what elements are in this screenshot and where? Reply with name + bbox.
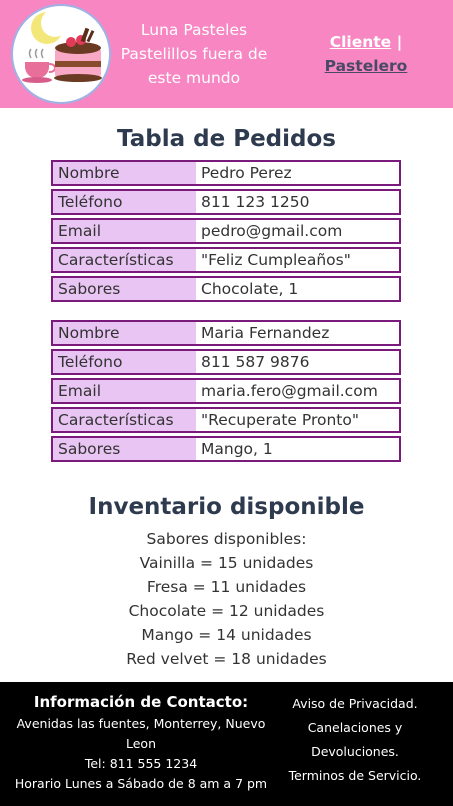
row-label: Email	[51, 218, 196, 244]
orders-title: Tabla de Pedidos	[117, 126, 336, 152]
table-row: Nombre Pedro Perez	[51, 160, 401, 186]
row-label: Nombre	[51, 320, 196, 346]
nav-link-pastelero[interactable]: Pastelero	[325, 57, 408, 75]
row-value: Chocolate, 1	[196, 276, 401, 302]
site-footer: Información de Contacto: Avenidas las fu…	[0, 682, 453, 806]
brand-text: Luna Pasteles Pastelillos fuera de este …	[110, 18, 278, 90]
table-row: Características "Feliz Cumpleaños"	[51, 247, 401, 273]
row-value: pedro@gmail.com	[196, 218, 401, 244]
table-row: Nombre Maria Fernandez	[51, 320, 401, 346]
row-label: Email	[51, 378, 196, 404]
role-nav: Cliente | Pastelero	[316, 30, 416, 78]
row-value: maria.fero@gmail.com	[196, 378, 401, 404]
row-label: Teléfono	[51, 189, 196, 215]
row-label: Sabores	[51, 276, 196, 302]
table-row: Sabores Chocolate, 1	[51, 276, 401, 302]
inventory-item: Red velvet = 18 unidades	[126, 650, 327, 668]
row-value: 811 587 9876	[196, 349, 401, 375]
table-row: Características "Recuperate Pronto"	[51, 407, 401, 433]
contact-title: Información de Contacto:	[33, 693, 249, 711]
nav-separator: |	[396, 33, 403, 51]
row-value: "Feliz Cumpleaños"	[196, 247, 401, 273]
row-label: Características	[51, 247, 196, 273]
contact-address: Avenidas las fuentes, Monterrey, Nuevo L…	[16, 716, 266, 751]
legal-links: Aviso de Privacidad. Canelaciones y Devo…	[282, 692, 428, 788]
site-header: Luna Pasteles Pastelillos fuera de este …	[0, 0, 453, 108]
table-row: Email maria.fero@gmail.com	[51, 378, 401, 404]
privacy-link[interactable]: Aviso de Privacidad.	[282, 692, 428, 716]
contact-hours: Horario Lunes a Sábado de 8 am a 7 pm	[14, 776, 268, 791]
contact-phone: Tel: 811 555 1234	[84, 756, 198, 771]
inventory-item: Fresa = 11 unidades	[146, 578, 307, 596]
brand-name: Luna Pasteles	[140, 21, 248, 39]
terms-link[interactable]: Terminos de Servicio.	[282, 764, 428, 788]
table-row: Email pedro@gmail.com	[51, 218, 401, 244]
table-row: Teléfono 811 587 9876	[51, 349, 401, 375]
inventory-subtitle: Sabores disponibles:	[146, 530, 307, 548]
nav-link-cliente[interactable]: Cliente	[330, 33, 391, 51]
order-table: Nombre Maria Fernandez Teléfono 811 587 98…	[51, 317, 401, 465]
cake-moon-logo-icon[interactable]	[11, 4, 111, 104]
inventory-title: Inventario disponible	[88, 494, 365, 520]
row-label: Características	[51, 407, 196, 433]
inventory-item: Chocolate = 12 unidades	[128, 602, 325, 620]
contact-info: Información de Contacto: Avenidas las fu…	[8, 692, 274, 794]
brand-tagline: Pastelillos fuera de este mundo	[120, 45, 268, 87]
row-label: Teléfono	[51, 349, 196, 375]
inventory-item: Vainilla = 15 unidades	[139, 554, 314, 572]
cancellations-link[interactable]: Canelaciones y Devoluciones.	[282, 716, 428, 764]
row-value: "Recuperate Pronto"	[196, 407, 401, 433]
row-value: Mango, 1	[196, 436, 401, 462]
row-label: Nombre	[51, 160, 196, 186]
order-table: Nombre Pedro Perez Teléfono 811 123 1250 E…	[51, 157, 401, 305]
row-value: 811 123 1250	[196, 189, 401, 215]
table-row: Teléfono 811 123 1250	[51, 189, 401, 215]
inventory-item: Mango = 14 unidades	[141, 626, 312, 644]
row-label: Sabores	[51, 436, 196, 462]
table-row: Sabores Mango, 1	[51, 436, 401, 462]
row-value: Pedro Perez	[196, 160, 401, 186]
row-value: Maria Fernandez	[196, 320, 401, 346]
